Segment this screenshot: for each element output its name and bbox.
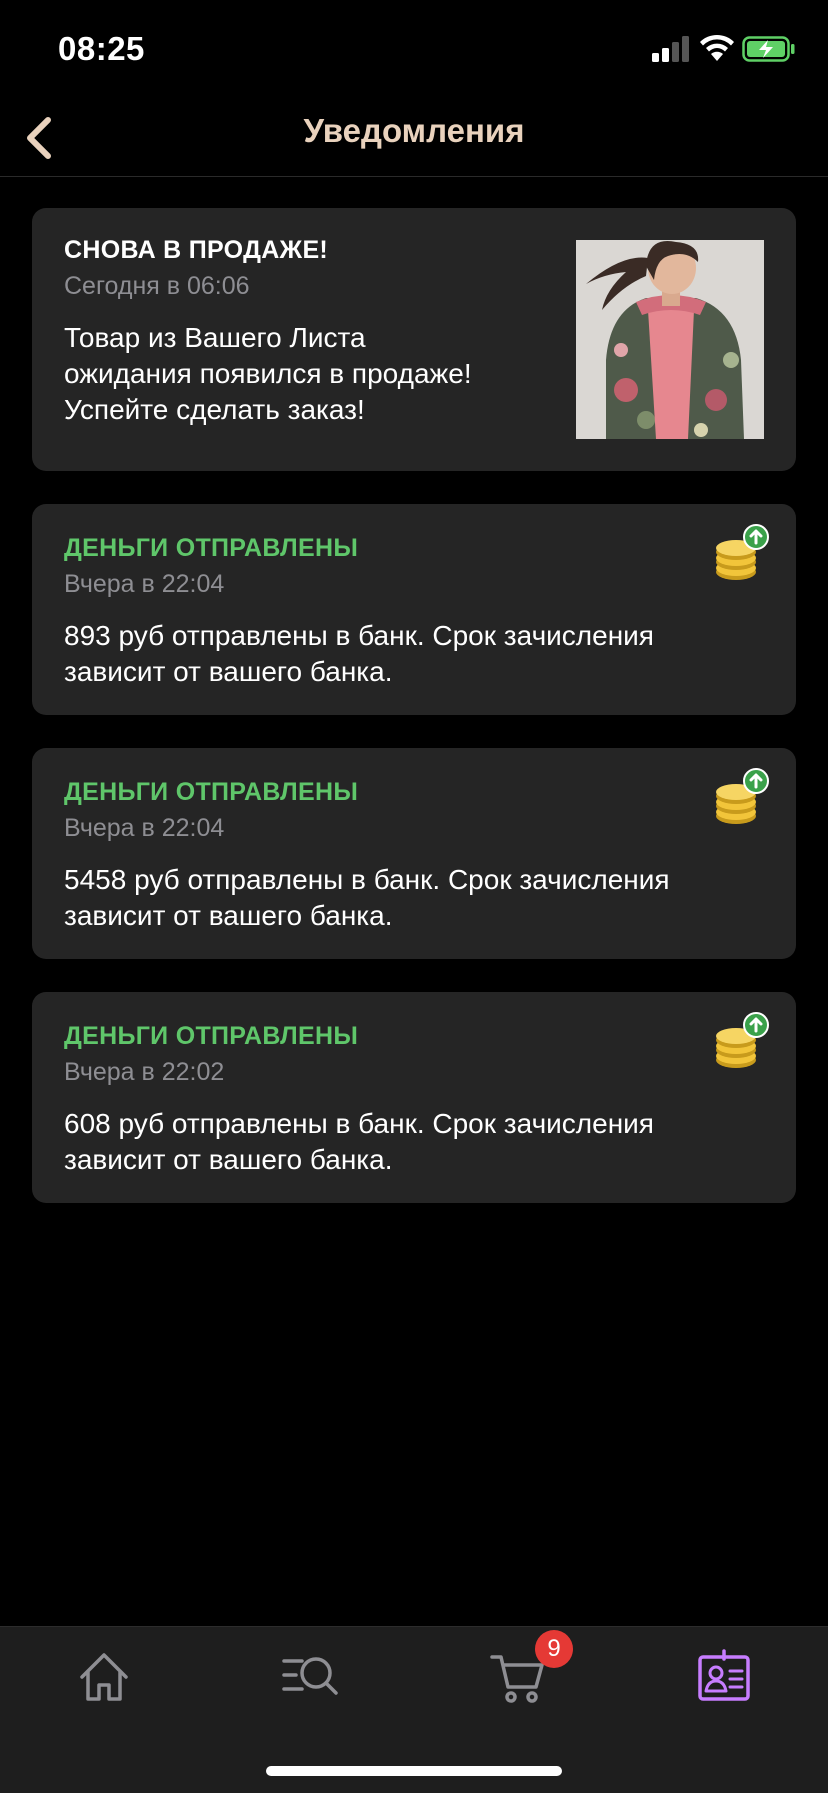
notification-time: Вчера в 22:04 xyxy=(64,570,225,598)
status-bar: 08:25 xyxy=(0,0,828,100)
notification-text: Товар из Вашего Листа ожидания появился … xyxy=(64,322,472,425)
tab-profile[interactable] xyxy=(694,1647,754,1707)
notification-text: 893 руб отправлены в банк. Срок зачислен… xyxy=(64,620,654,687)
notification-card[interactable]: ДЕНЬГИ ОТПРАВЛЕНЫ Вчера в 22:04 893 руб … xyxy=(32,504,796,715)
status-time: 08:25 xyxy=(58,30,145,67)
notification-text: 5458 руб отправлены в банк. Срок зачисле… xyxy=(64,864,670,931)
notification-title: ДЕНЬГИ ОТПРАВЛЕНЫ xyxy=(64,534,359,562)
tab-home[interactable] xyxy=(74,1647,134,1707)
child-in-jacket-image xyxy=(576,240,764,439)
home-indicator[interactable] xyxy=(266,1766,562,1776)
profile-icon xyxy=(698,1649,750,1701)
search-icon xyxy=(282,1657,338,1695)
notification-time: Вчера в 22:02 xyxy=(64,1058,225,1086)
cellular-signal-icon xyxy=(652,36,689,62)
wifi-icon xyxy=(700,34,734,61)
cart-badge: 9 xyxy=(535,1630,573,1668)
notification-card[interactable]: ДЕНЬГИ ОТПРАВЛЕНЫ Вчера в 22:02 608 руб … xyxy=(32,992,796,1203)
coins-icon xyxy=(716,524,769,580)
notification-card[interactable]: СНОВА В ПРОДАЖЕ! Сегодня в 06:06 Товар и… xyxy=(32,208,796,471)
notification-card[interactable]: ДЕНЬГИ ОТПРАВЛЕНЫ Вчера в 22:04 5458 руб… xyxy=(32,748,796,959)
notification-title: СНОВА В ПРОДАЖЕ! xyxy=(64,236,329,264)
notification-time: Сегодня в 06:06 xyxy=(64,272,250,300)
product-photo[interactable] xyxy=(576,240,764,439)
tab-search[interactable] xyxy=(280,1647,340,1707)
notification-title: ДЕНЬГИ ОТПРАВЛЕНЫ xyxy=(64,1022,359,1050)
notification-title: ДЕНЬГИ ОТПРАВЛЕНЫ xyxy=(64,778,359,806)
battery-charging-icon xyxy=(742,36,795,62)
notification-time: Вчера в 22:04 xyxy=(64,814,225,842)
page-title: Уведомления xyxy=(303,112,525,149)
coins-icon xyxy=(716,1012,769,1068)
navigation-bar: Уведомления xyxy=(0,100,828,177)
coins-icon xyxy=(716,768,769,824)
notification-text: 608 руб отправлены в банк. Срок зачислен… xyxy=(64,1108,654,1175)
home-icon xyxy=(80,1653,128,1701)
